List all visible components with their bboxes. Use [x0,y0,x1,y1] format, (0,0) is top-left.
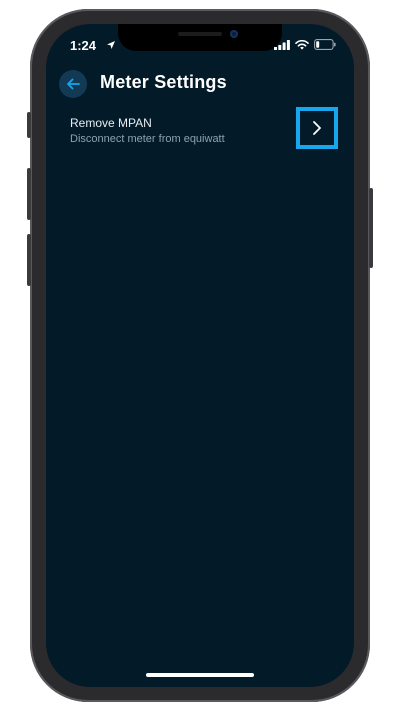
back-button[interactable] [59,70,87,98]
battery-icon [314,39,336,50]
wifi-icon [295,39,309,50]
arrow-left-icon [67,78,80,90]
remove-mpan-button[interactable] [296,107,338,149]
cellular-signal-icon [274,39,290,50]
power-button [369,188,373,268]
setting-row-remove-mpan[interactable]: Remove MPAN Disconnect meter from equiwa… [46,106,354,152]
page-title: Meter Settings [100,72,227,92]
status-icons [274,39,336,50]
setting-subtitle: Disconnect meter from equiwatt [70,133,225,145]
app-header: Meter Settings [46,70,354,100]
front-camera [230,30,238,38]
app-screen: 1:24 Meter Settings Remove MPAN Disconne… [46,24,354,687]
home-indicator[interactable] [146,673,254,677]
volume-down-button [27,234,31,286]
volume-up-button [27,168,31,220]
notch [118,24,282,51]
setting-title: Remove MPAN [70,116,152,130]
mute-switch [27,112,31,138]
status-time: 1:24 [70,38,97,53]
chevron-right-icon [313,121,321,135]
location-arrow-icon [107,41,115,49]
speaker-grille [178,32,222,36]
